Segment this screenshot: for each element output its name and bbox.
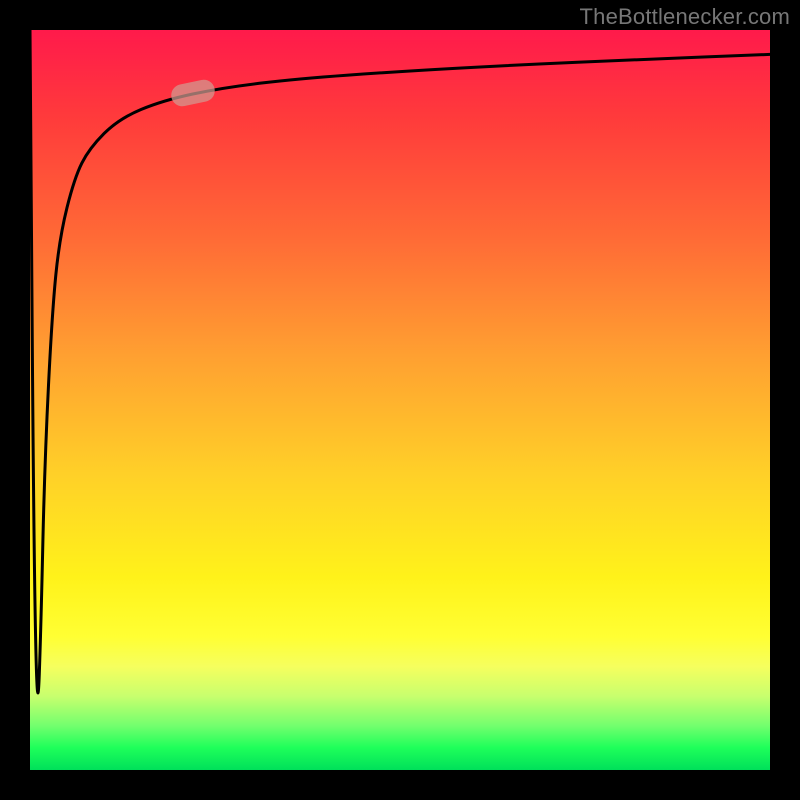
chart-frame: TheBottlenecker.com — [0, 0, 800, 800]
bottleneck-curve — [30, 30, 770, 693]
attribution-text: TheBottlenecker.com — [580, 4, 790, 30]
curve-layer — [30, 30, 770, 770]
plot-area — [30, 30, 770, 770]
